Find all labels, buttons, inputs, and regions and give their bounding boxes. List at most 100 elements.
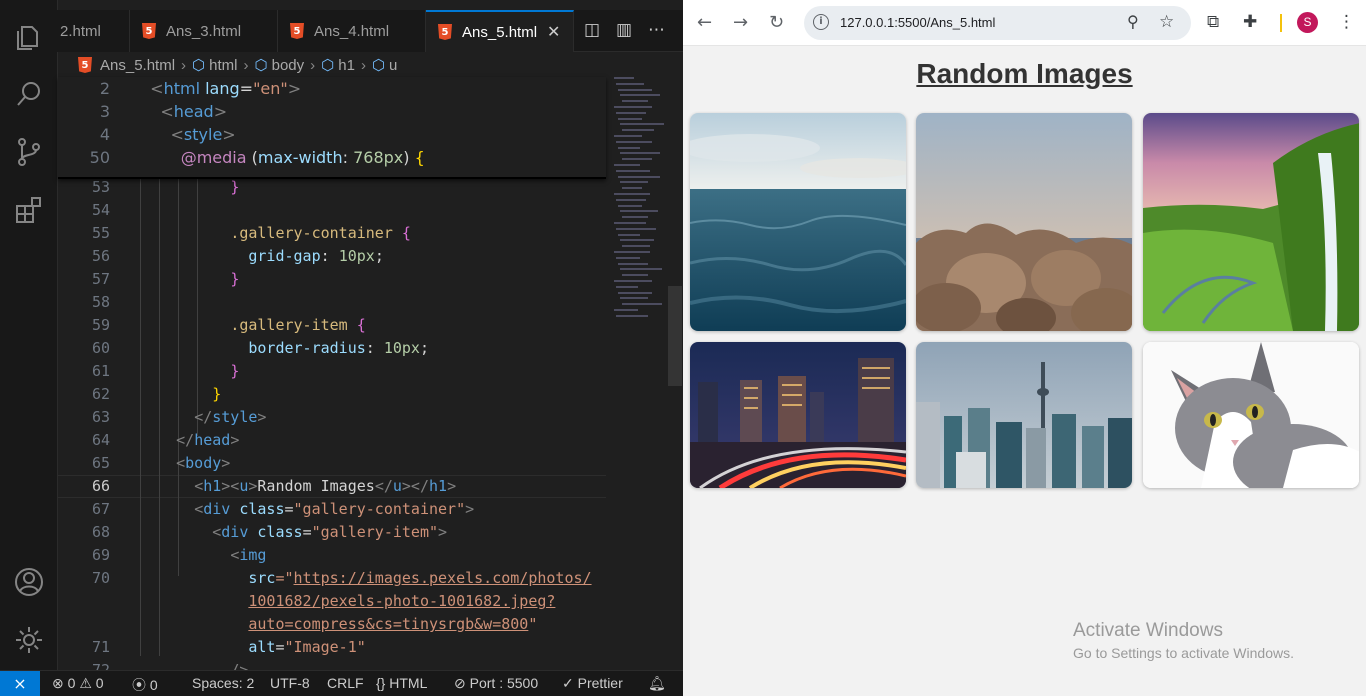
- code-token: <: [194, 500, 204, 518]
- minimap[interactable]: [612, 77, 667, 327]
- code-token: <: [170, 125, 184, 144]
- minimap-line: [614, 251, 650, 253]
- language-label: HTML: [389, 675, 428, 691]
- minimap-line: [618, 88, 652, 91]
- code-token: :: [365, 339, 384, 357]
- breadcrumb-h1[interactable]: h1: [338, 57, 355, 74]
- minimap-line: [620, 152, 660, 155]
- code-line: 1001682/pexels-photo-1001682.jpeg?: [140, 590, 555, 613]
- bookmark-star-icon[interactable]: ☆: [1159, 12, 1174, 32]
- gallery-image-skyline[interactable]: [916, 342, 1132, 488]
- code-token: <: [176, 454, 186, 472]
- line-number: 67: [91, 500, 110, 518]
- problems-indicator[interactable]: ⊗ 0 ⚠ 0: [52, 675, 104, 692]
- code-token: .gallery-container: [230, 224, 402, 242]
- encoding-status[interactable]: UTF-8: [270, 675, 310, 691]
- status-bar: ⨯ ⊗ 0 ⚠ 0 ⦿ 0 Spaces: 2 UTF-8 CRLF {} HT…: [0, 670, 683, 696]
- code-line: <h1><u>Random Images</u></h1>: [140, 475, 456, 498]
- warning-icon: ⚠: [79, 675, 92, 691]
- address-bar[interactable]: i 127.0.0.1:5500/Ans_5.html ⚲ ☆: [804, 6, 1191, 40]
- minimap-line: [622, 303, 662, 306]
- code-token: >: [257, 408, 267, 426]
- breadcrumb-html[interactable]: html: [209, 57, 237, 74]
- breadcrumb-body[interactable]: body: [272, 57, 305, 74]
- zoom-icon[interactable]: ⚲: [1127, 12, 1139, 32]
- close-icon[interactable]: ✕: [547, 22, 560, 42]
- breadcrumb-u[interactable]: u: [389, 57, 397, 74]
- screenshot-icon[interactable]: ⧉: [1207, 12, 1219, 32]
- forward-arrow-icon[interactable]: →: [733, 12, 748, 33]
- line-number: 61: [91, 362, 110, 380]
- gallery-image-ocean[interactable]: [690, 113, 906, 331]
- url-text: 127.0.0.1:5500/Ans_5.html: [840, 15, 996, 30]
- minimap-line: [622, 274, 648, 277]
- profile-avatar[interactable]: S: [1297, 12, 1318, 33]
- live-server-status[interactable]: ⊘ Port : 5500: [454, 675, 538, 692]
- code-token: </: [176, 431, 195, 449]
- code-line: grid-gap: 10px;: [140, 245, 384, 268]
- vscode-window: 2.html 5 Ans_3.html 5 Ans_4.html 5 Ans_5…: [0, 0, 683, 696]
- bell-icon[interactable]: 🔔︎: [648, 675, 666, 692]
- gallery-image-city-night[interactable]: [690, 342, 906, 488]
- more-actions-icon[interactable]: ⋯: [648, 20, 665, 40]
- gallery-image-rocks[interactable]: [916, 113, 1132, 331]
- tab-ans-3[interactable]: 5 Ans_3.html: [130, 10, 278, 52]
- account-icon[interactable]: [13, 566, 45, 598]
- explorer-icon[interactable]: [13, 20, 45, 52]
- settings-gear-icon[interactable]: [13, 624, 45, 656]
- language-status[interactable]: {} HTML: [376, 675, 427, 691]
- divider: [1280, 14, 1282, 32]
- code-token: =": [275, 569, 294, 587]
- tab-2-html[interactable]: 2.html: [48, 10, 130, 52]
- extensions-puzzle-icon[interactable]: ✚: [1243, 12, 1257, 32]
- breadcrumb-file[interactable]: Ans_5.html: [100, 57, 175, 74]
- check-double-icon: ✓: [562, 675, 574, 691]
- vertical-scrollbar[interactable]: [668, 286, 682, 386]
- code-token: ;: [374, 247, 384, 265]
- browser-toolbar: ← → ↻ i 127.0.0.1:5500/Ans_5.html ⚲ ☆ ⧉ …: [683, 0, 1366, 46]
- editor-tab-bar: 2.html 5 Ans_3.html 5 Ans_4.html 5 Ans_5…: [48, 10, 683, 52]
- code-line: <html lang="en">: [140, 77, 301, 100]
- split-editor-icon[interactable]: ▥: [616, 20, 632, 40]
- back-arrow-icon[interactable]: ←: [697, 12, 712, 33]
- line-number: 3: [99, 102, 110, 121]
- indentation-status[interactable]: Spaces: 2: [192, 675, 254, 691]
- code-line: @media (max-width: 768px) {: [140, 146, 425, 169]
- eol-status[interactable]: CRLF: [327, 675, 364, 691]
- ports-indicator[interactable]: ⦿ 0: [132, 675, 158, 695]
- code-line: alt="Image-1": [140, 636, 365, 659]
- tab-label: 2.html: [60, 22, 101, 40]
- source-control-icon[interactable]: [13, 136, 45, 168]
- code-token: >: [213, 102, 228, 121]
- code-token: border-radius: [248, 339, 366, 357]
- minimap-line: [620, 239, 654, 242]
- line-number: 68: [91, 523, 110, 541]
- prettier-status[interactable]: ✓ Prettier: [562, 675, 623, 692]
- extensions-icon[interactable]: [13, 194, 45, 226]
- code-token: alt: [248, 638, 276, 656]
- page-title: Random Images: [916, 58, 1133, 89]
- open-changes-icon[interactable]: ◫: [584, 20, 600, 40]
- search-icon[interactable]: [13, 78, 45, 110]
- site-info-icon[interactable]: i: [813, 14, 829, 30]
- remote-icon[interactable]: ⨯: [0, 671, 40, 696]
- code-line: }: [140, 176, 239, 199]
- code-token: div: [221, 523, 258, 541]
- tab-ans-5[interactable]: 5 Ans_5.html ✕: [426, 10, 574, 52]
- minimap-line: [614, 164, 640, 166]
- minimap-line: [618, 175, 660, 178]
- code-line: .gallery-container {: [140, 222, 411, 245]
- gallery-image-waterfall[interactable]: [1143, 113, 1359, 331]
- reload-icon[interactable]: ↻: [769, 12, 784, 33]
- gallery-image-cat[interactable]: [1143, 342, 1359, 488]
- menu-kebab-icon[interactable]: ⋮: [1338, 12, 1355, 32]
- code-token: {: [414, 148, 425, 167]
- code-line: auto=compress&cs=tinysrgb&w=800": [140, 613, 537, 636]
- tab-ans-4[interactable]: 5 Ans_4.html: [278, 10, 426, 52]
